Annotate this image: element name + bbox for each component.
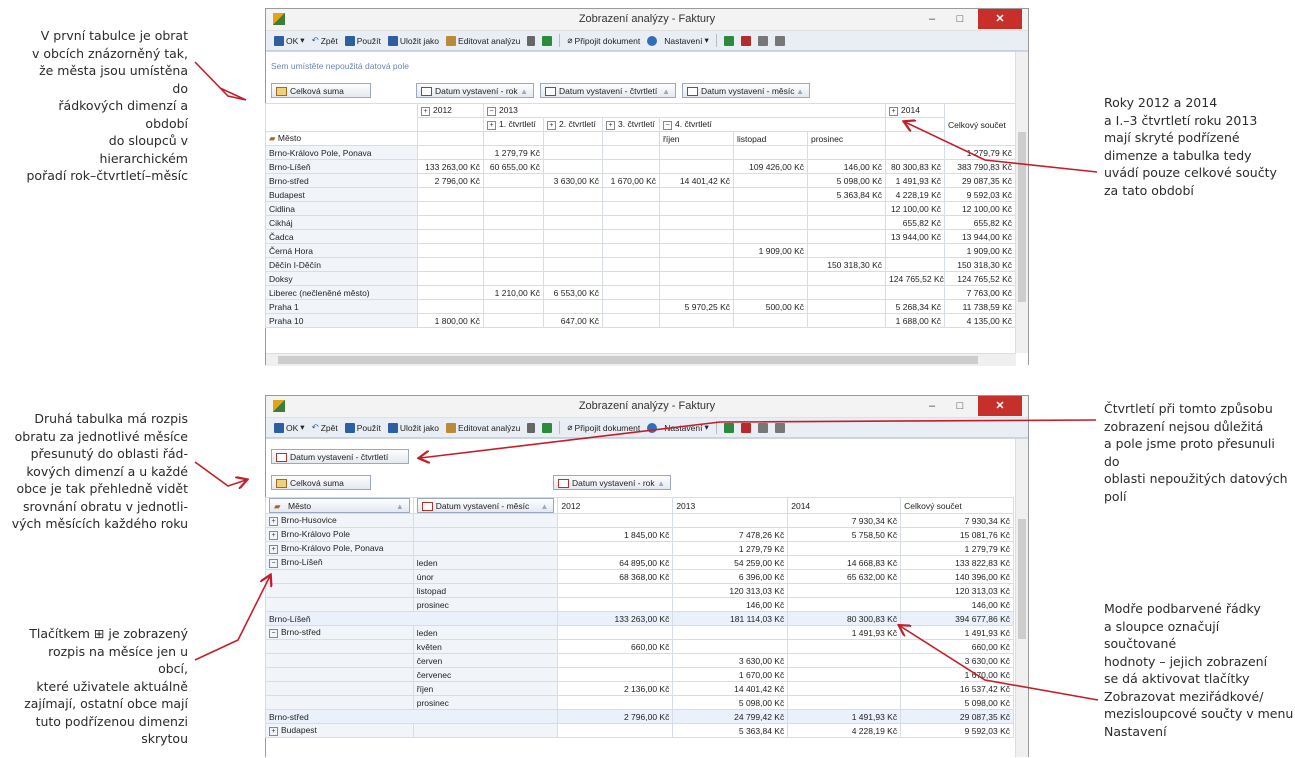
arrow-5	[194, 576, 270, 661]
arrow-6	[900, 626, 1099, 701]
arrow-2	[905, 122, 1098, 173]
annotation-arrows	[194, 61, 1099, 701]
arrow-1	[194, 61, 247, 101]
arrow-3	[420, 419, 1097, 458]
arrow-4	[194, 461, 246, 486]
